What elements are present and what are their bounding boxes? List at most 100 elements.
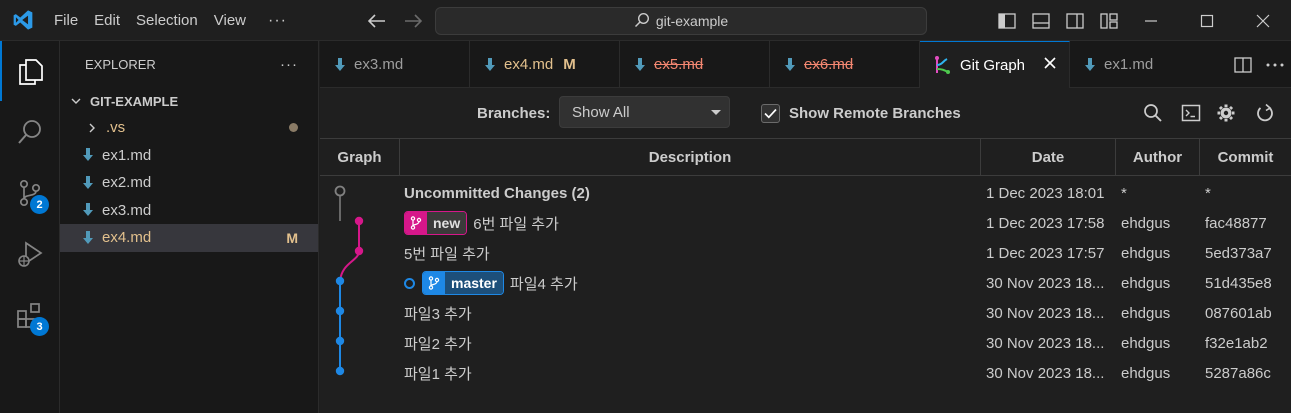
- tree-item-ex2[interactable]: ex2.md: [60, 169, 318, 197]
- tab-ex4[interactable]: ex4.md M: [470, 41, 620, 88]
- back-arrow-icon[interactable]: [364, 8, 390, 34]
- chevron-right-icon: [84, 120, 100, 136]
- tab-modified-badge: M: [563, 56, 576, 73]
- tree-item-label: .vs: [106, 119, 126, 137]
- markdown-file-icon: [484, 57, 496, 72]
- commit-table: Graph Description Date Author Commit: [320, 138, 1291, 176]
- tab-label: ex1.md: [1104, 56, 1154, 73]
- branches-label: Branches:: [477, 105, 551, 122]
- table-row[interactable]: new 6번 파일 추가 1 Dec 2023 17:58 ehdgus fac…: [320, 208, 1291, 238]
- explorer-more-button[interactable]: ···: [280, 56, 298, 73]
- refresh-icon[interactable]: [1253, 101, 1277, 125]
- command-center-search[interactable]: git-example: [435, 7, 927, 35]
- tree-item-vs-folder[interactable]: .vs: [60, 114, 318, 142]
- table-row[interactable]: master 파일4 추가 30 Nov 2023 18... ehdgus 5…: [320, 268, 1291, 298]
- commit-date: 30 Nov 2023 18...: [986, 364, 1105, 382]
- minimize-icon[interactable]: [1123, 0, 1179, 41]
- editor-tab-bar: ex3.md ex4.md M ex5.md ex6.md Git Graph …: [320, 41, 1291, 88]
- commit-description: Uncommitted Changes (2): [404, 184, 590, 202]
- commit-date: 1 Dec 2023 17:57: [986, 244, 1105, 262]
- toggle-secondary-sidebar-icon[interactable]: [1058, 0, 1092, 41]
- tab-git-graph[interactable]: Git Graph: [920, 41, 1070, 88]
- search-icon: [634, 12, 650, 31]
- split-editor-icon[interactable]: [1227, 41, 1259, 88]
- commit-hash: f32e1ab2: [1205, 334, 1268, 352]
- tree-item-ex3[interactable]: ex3.md: [60, 197, 318, 225]
- branches-dropdown-value: Show All: [572, 103, 630, 121]
- commit-hash: *: [1205, 184, 1211, 202]
- markdown-file-icon: [80, 147, 96, 163]
- show-remote-branches-checkbox[interactable]: [761, 104, 780, 123]
- close-window-icon[interactable]: [1235, 0, 1291, 41]
- tree-item-ex4[interactable]: ex4.md M: [60, 224, 318, 252]
- tab-label: ex6.md: [804, 56, 854, 73]
- explorer-title: EXPLORER: [85, 57, 156, 72]
- branch-tag-new[interactable]: new: [404, 211, 468, 235]
- search-view-icon[interactable]: [0, 102, 60, 162]
- tab-ex3[interactable]: ex3.md: [320, 41, 470, 88]
- tab-label: ex3.md: [354, 56, 404, 73]
- find-icon[interactable]: [1141, 101, 1165, 125]
- modified-dot-icon: [289, 123, 298, 133]
- column-graph[interactable]: Graph: [320, 139, 400, 176]
- column-commit[interactable]: Commit: [1200, 139, 1291, 176]
- search-text: git-example: [655, 13, 729, 29]
- toggle-panel-icon[interactable]: [1024, 0, 1058, 41]
- markdown-file-icon: [80, 175, 96, 191]
- editor-more-icon[interactable]: [1259, 41, 1291, 88]
- commit-author: ehdgus: [1121, 274, 1171, 292]
- settings-gear-icon[interactable]: [1214, 101, 1238, 125]
- explorer-icon[interactable]: [0, 41, 60, 101]
- menu-edit[interactable]: Edit: [86, 0, 128, 41]
- column-date[interactable]: Date: [981, 139, 1116, 176]
- forward-arrow-icon[interactable]: [400, 8, 426, 34]
- workspace-root-folder[interactable]: GIT-EXAMPLE: [60, 88, 318, 114]
- maximize-icon[interactable]: [1179, 0, 1235, 41]
- commit-author: ehdgus: [1121, 334, 1171, 352]
- menu-selection[interactable]: Selection: [128, 0, 206, 41]
- commit-description: 6번 파일 추가: [473, 215, 559, 233]
- tree-item-label: ex1.md: [102, 146, 152, 164]
- table-row[interactable]: 파일1 추가 30 Nov 2023 18... ehdgus 5287a86c: [320, 358, 1291, 388]
- table-row[interactable]: 5번 파일 추가 1 Dec 2023 17:57 ehdgus 5ed373a…: [320, 238, 1291, 268]
- toggle-sidebar-icon[interactable]: [990, 0, 1024, 41]
- markdown-file-icon: [634, 57, 646, 72]
- chevron-down-icon: [68, 93, 84, 109]
- terminal-icon[interactable]: [1179, 101, 1203, 125]
- commit-table-header: Graph Description Date Author Commit: [320, 138, 1291, 176]
- show-remote-branches-label[interactable]: Show Remote Branches: [789, 105, 961, 122]
- git-graph-view: Branches: Show All Show Remote Branches …: [320, 88, 1291, 413]
- commit-hash: 5ed373a7: [1205, 244, 1272, 262]
- table-row[interactable]: 파일3 추가 30 Nov 2023 18... ehdgus 087601ab: [320, 298, 1291, 328]
- menu-more-button[interactable]: ···: [254, 0, 301, 41]
- extensions-icon[interactable]: 3: [0, 285, 60, 345]
- commit-hash: fac48877: [1205, 214, 1267, 232]
- branch-icon: [405, 212, 427, 234]
- branch-tag-master[interactable]: master: [422, 271, 504, 295]
- customize-layout-icon[interactable]: [1092, 0, 1126, 41]
- branches-dropdown[interactable]: Show All: [559, 96, 730, 128]
- tab-ex1[interactable]: ex1.md: [1070, 41, 1200, 88]
- dropdown-caret-icon: [711, 110, 721, 115]
- commit-hash: 5287a86c: [1205, 364, 1271, 382]
- commit-author: ehdgus: [1121, 244, 1171, 262]
- branch-icon: [423, 272, 445, 294]
- tab-label: ex5.md: [654, 56, 704, 73]
- tab-ex6[interactable]: ex6.md: [770, 41, 920, 88]
- commit-date: 1 Dec 2023 18:01: [986, 184, 1105, 202]
- commit-date: 30 Nov 2023 18...: [986, 334, 1105, 352]
- column-description[interactable]: Description: [400, 139, 981, 176]
- source-control-icon[interactable]: 2: [0, 163, 60, 223]
- run-debug-icon[interactable]: [0, 224, 60, 284]
- tab-label: Git Graph: [960, 56, 1026, 74]
- tab-ex5[interactable]: ex5.md: [620, 41, 770, 88]
- menu-file[interactable]: File: [46, 0, 86, 41]
- close-tab-icon[interactable]: [1043, 56, 1057, 74]
- commit-description: 5번 파일 추가: [404, 245, 490, 263]
- table-row[interactable]: 파일2 추가 30 Nov 2023 18... ehdgus f32e1ab2: [320, 328, 1291, 358]
- table-row[interactable]: Uncommitted Changes (2) 1 Dec 2023 18:01…: [320, 178, 1291, 208]
- column-author[interactable]: Author: [1116, 139, 1200, 176]
- commit-date: 30 Nov 2023 18...: [986, 304, 1105, 322]
- menu-view[interactable]: View: [206, 0, 254, 41]
- tree-item-ex1[interactable]: ex1.md: [60, 142, 318, 170]
